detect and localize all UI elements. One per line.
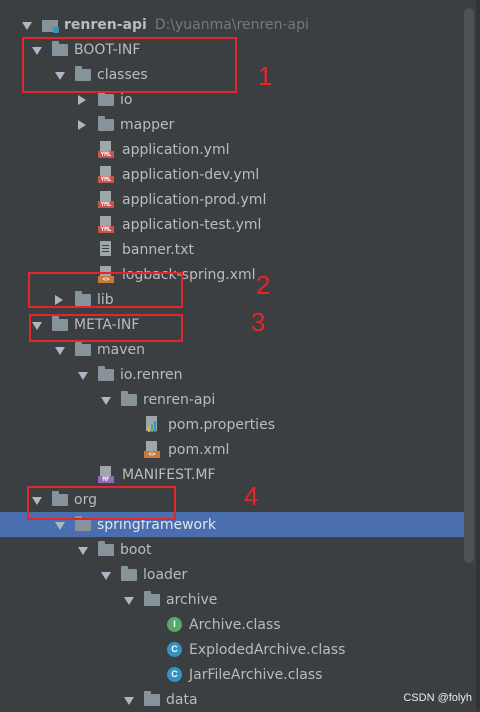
project-tree[interactable]: renren-api D:\yuanma\renren-api BOOT-INF… [0, 0, 480, 711]
tree-row-pom-properties[interactable]: pom.properties [0, 412, 460, 437]
module-folder-icon [42, 18, 59, 33]
tree-item-label: pom.xml [168, 441, 230, 458]
chevron-down-icon[interactable] [101, 571, 111, 580]
yaml-file-icon: YML [98, 141, 114, 158]
annotation-number-3: 3 [251, 307, 266, 337]
tree-item-label: pom.properties [168, 416, 275, 433]
chevron-down-icon[interactable] [101, 396, 111, 405]
tree-row-loader[interactable]: loader [0, 562, 460, 587]
tree-item-label: application-test.yml [122, 216, 262, 233]
folder-icon [98, 365, 114, 381]
tree-row-data[interactable]: data [0, 687, 460, 712]
tree-item-label: application.yml [122, 141, 230, 158]
chevron-down-icon[interactable] [78, 371, 88, 380]
tree-root[interactable]: renren-api D:\yuanma\renren-api [0, 12, 460, 37]
tree-item-label: JarFileArchive.class [189, 666, 323, 683]
tree-row-renren-api[interactable]: renren-api [0, 387, 460, 412]
watermark: CSDN @folyh [403, 692, 472, 704]
tree-item-label: maven [97, 341, 145, 358]
folder-icon [121, 390, 137, 406]
tree-item-label: mapper [120, 116, 175, 133]
tree-row-application-prod-yml[interactable]: YML application-prod.yml [0, 187, 460, 212]
chevron-down-icon[interactable] [55, 346, 65, 355]
xml-file-icon: <> [144, 441, 160, 458]
tree-row-mapper[interactable]: mapper [0, 112, 460, 137]
interface-icon: I [167, 617, 182, 632]
tree-item-label: application-prod.yml [122, 191, 267, 208]
tree-row-jarfilearchive-class[interactable]: C JarFileArchive.class [0, 662, 460, 687]
tree-row-io-renren[interactable]: io.renren [0, 362, 460, 387]
folder-icon [75, 515, 91, 531]
vertical-scrollbar[interactable] [464, 8, 474, 563]
tree-row-manifest-mf[interactable]: MF MANIFEST.MF [0, 462, 460, 487]
annotation-number-4: 4 [244, 481, 259, 511]
tree-item-label: application-dev.yml [122, 166, 260, 183]
tree-row-banner-txt[interactable]: banner.txt [0, 237, 460, 262]
tree-item-label: boot [120, 541, 152, 558]
class-icon: C [167, 642, 182, 657]
annotation-box-2 [28, 272, 183, 308]
chevron-right-icon[interactable] [78, 94, 86, 105]
chevron-down-icon[interactable] [124, 696, 134, 705]
yaml-file-icon: YML [98, 216, 114, 233]
text-file-icon [98, 241, 114, 258]
tree-item-label: io.renren [120, 366, 183, 383]
root-path: D:\yuanma\renren-api [154, 16, 309, 33]
class-icon: C [167, 667, 182, 682]
tree-row-archive-class[interactable]: I Archive.class [0, 612, 460, 637]
tree-item-label: io [120, 91, 133, 108]
annotation-number-2: 2 [256, 270, 271, 300]
chevron-down-icon[interactable] [124, 596, 134, 605]
chevron-down-icon[interactable] [55, 521, 65, 530]
tree-row-archive[interactable]: archive [0, 587, 460, 612]
folder-icon [98, 115, 114, 131]
tree-row-application-yml[interactable]: YML application.yml [0, 137, 460, 162]
yaml-file-icon: YML [98, 191, 114, 208]
tree-item-label: data [166, 691, 198, 708]
tree-row-explodedarchive-class[interactable]: C ExplodedArchive.class [0, 637, 460, 662]
folder-icon [144, 690, 160, 706]
tree-item-label: MANIFEST.MF [122, 466, 216, 483]
folder-icon [98, 540, 114, 556]
root-name: renren-api [64, 16, 147, 33]
annotation-box-3 [29, 314, 183, 342]
tree-row-application-dev-yml[interactable]: YML application-dev.yml [0, 162, 460, 187]
tree-item-label: loader [143, 566, 188, 583]
annotation-box-4 [27, 486, 176, 520]
expand-arrow-icon[interactable] [22, 21, 32, 30]
folder-icon [144, 590, 160, 606]
manifest-file-icon: MF [98, 466, 114, 483]
tree-item-label: banner.txt [122, 241, 195, 258]
chevron-right-icon[interactable] [78, 119, 86, 130]
yaml-file-icon: YML [98, 166, 114, 183]
folder-icon [75, 340, 91, 356]
tree-row-application-test-yml[interactable]: YML application-test.yml [0, 212, 460, 237]
tree-item-label: ExplodedArchive.class [189, 641, 346, 658]
tree-item-label: archive [166, 591, 218, 608]
tree-item-label: Archive.class [189, 616, 281, 633]
properties-file-icon [144, 416, 160, 433]
annotation-number-1: 1 [258, 61, 273, 91]
tree-item-label: renren-api [143, 391, 216, 408]
chevron-down-icon[interactable] [78, 546, 88, 555]
scrollbar-track [476, 0, 480, 711]
tree-row-pom-xml[interactable]: <> pom.xml [0, 437, 460, 462]
annotation-box-1 [22, 37, 237, 93]
tree-row-boot[interactable]: boot [0, 537, 460, 562]
folder-icon [121, 565, 137, 581]
folder-icon [98, 90, 114, 106]
